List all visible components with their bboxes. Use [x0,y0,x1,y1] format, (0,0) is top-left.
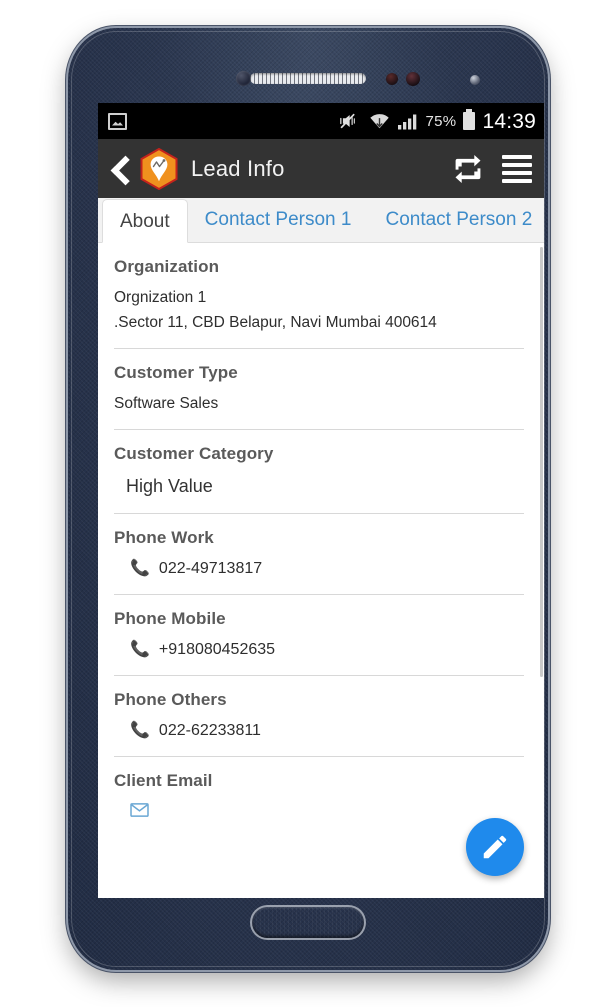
field-organization[interactable]: Organization Orgnization 1 .Sector 11, C… [114,243,524,349]
field-phone-work[interactable]: Phone Work 📞 022-49713817 [114,514,524,595]
cellular-signal-icon [397,114,416,130]
customer-category-value: High Value [126,476,213,496]
field-client-email[interactable]: Client Email [114,757,524,833]
phone-device: 75% 14:39 Lead Info About Contact Person… [68,28,548,970]
tab-bar: About Contact Person 1 Contact Person 2 [98,198,544,243]
field-customer-type[interactable]: Customer Type Software Sales [114,349,524,430]
field-label: Phone Mobile [114,609,226,628]
phone-mobile-value: +918080452635 [158,641,276,658]
wifi-icon [369,114,389,129]
gallery-icon [108,112,127,130]
status-bar-left [108,112,127,130]
home-button[interactable] [252,907,364,938]
field-label: Customer Type [114,363,238,382]
vibrate-mute-icon [339,113,355,129]
lead-info-content: Organization Orgnization 1 .Sector 11, C… [98,243,544,898]
app-bar-actions [452,154,532,184]
edit-fab-button[interactable] [466,818,524,876]
field-customer-category[interactable]: Customer Category High Value [114,430,524,514]
field-phone-mobile[interactable]: Phone Mobile 📞 +918080452635 [114,595,524,676]
phone-work-value: 022-49713817 [158,560,263,577]
phone-others-value: 022-62233811 [158,722,261,739]
clock-label: 14:39 [482,109,536,133]
battery-icon [463,109,476,130]
back-button[interactable] [108,154,134,184]
scroll-area[interactable]: Organization Orgnization 1 .Sector 11, C… [98,243,544,898]
field-label: Phone Work [114,528,214,547]
field-label: Phone Others [114,690,227,709]
hamburger-menu-icon[interactable] [502,154,532,183]
status-bar: 75% 14:39 [98,103,544,139]
tab-contact-person-2[interactable]: Contact Person 2 [368,198,544,242]
battery-percent-label: 75% [425,112,457,130]
app-logo-icon [140,147,178,190]
earpiece-speaker [250,73,366,84]
field-label: Organization [114,257,220,276]
notification-led [470,75,480,85]
edit-pencil-icon [483,835,507,859]
content-scrollbar[interactable] [540,247,543,677]
field-phone-others[interactable]: Phone Others 📞 022-62233811 [114,676,524,757]
phone-icon: 📞 [130,722,150,739]
organization-address-value: .Sector 11, CBD Belapur, Navi Mumbai 400… [114,314,437,331]
organization-name-value: Orgnization 1 [114,289,207,306]
field-label: Customer Category [114,444,274,463]
front-camera [236,71,251,86]
status-bar-right: 75% 14:39 [339,109,537,133]
email-icon [130,803,149,817]
tab-contact-person-1[interactable]: Contact Person 1 [188,198,369,242]
app-bar: Lead Info [98,139,544,198]
field-label: Client Email [114,771,213,790]
phone-work-row[interactable]: 📞 022-49713817 [114,560,524,578]
phone-icon: 📞 [130,560,150,577]
proximity-sensor [386,73,398,85]
customer-type-value: Software Sales [114,395,219,412]
tab-about[interactable]: About [102,199,188,243]
phone-screen: 75% 14:39 Lead Info About Contact Person… [98,103,544,898]
page-title: Lead Info [191,155,285,181]
client-email-row[interactable] [114,803,524,817]
sync-repeat-icon[interactable] [452,154,484,184]
phone-icon: 📞 [130,641,150,658]
light-sensor [406,72,420,86]
phone-mobile-row[interactable]: 📞 +918080452635 [114,641,524,659]
phone-others-row[interactable]: 📞 022-62233811 [114,722,524,740]
